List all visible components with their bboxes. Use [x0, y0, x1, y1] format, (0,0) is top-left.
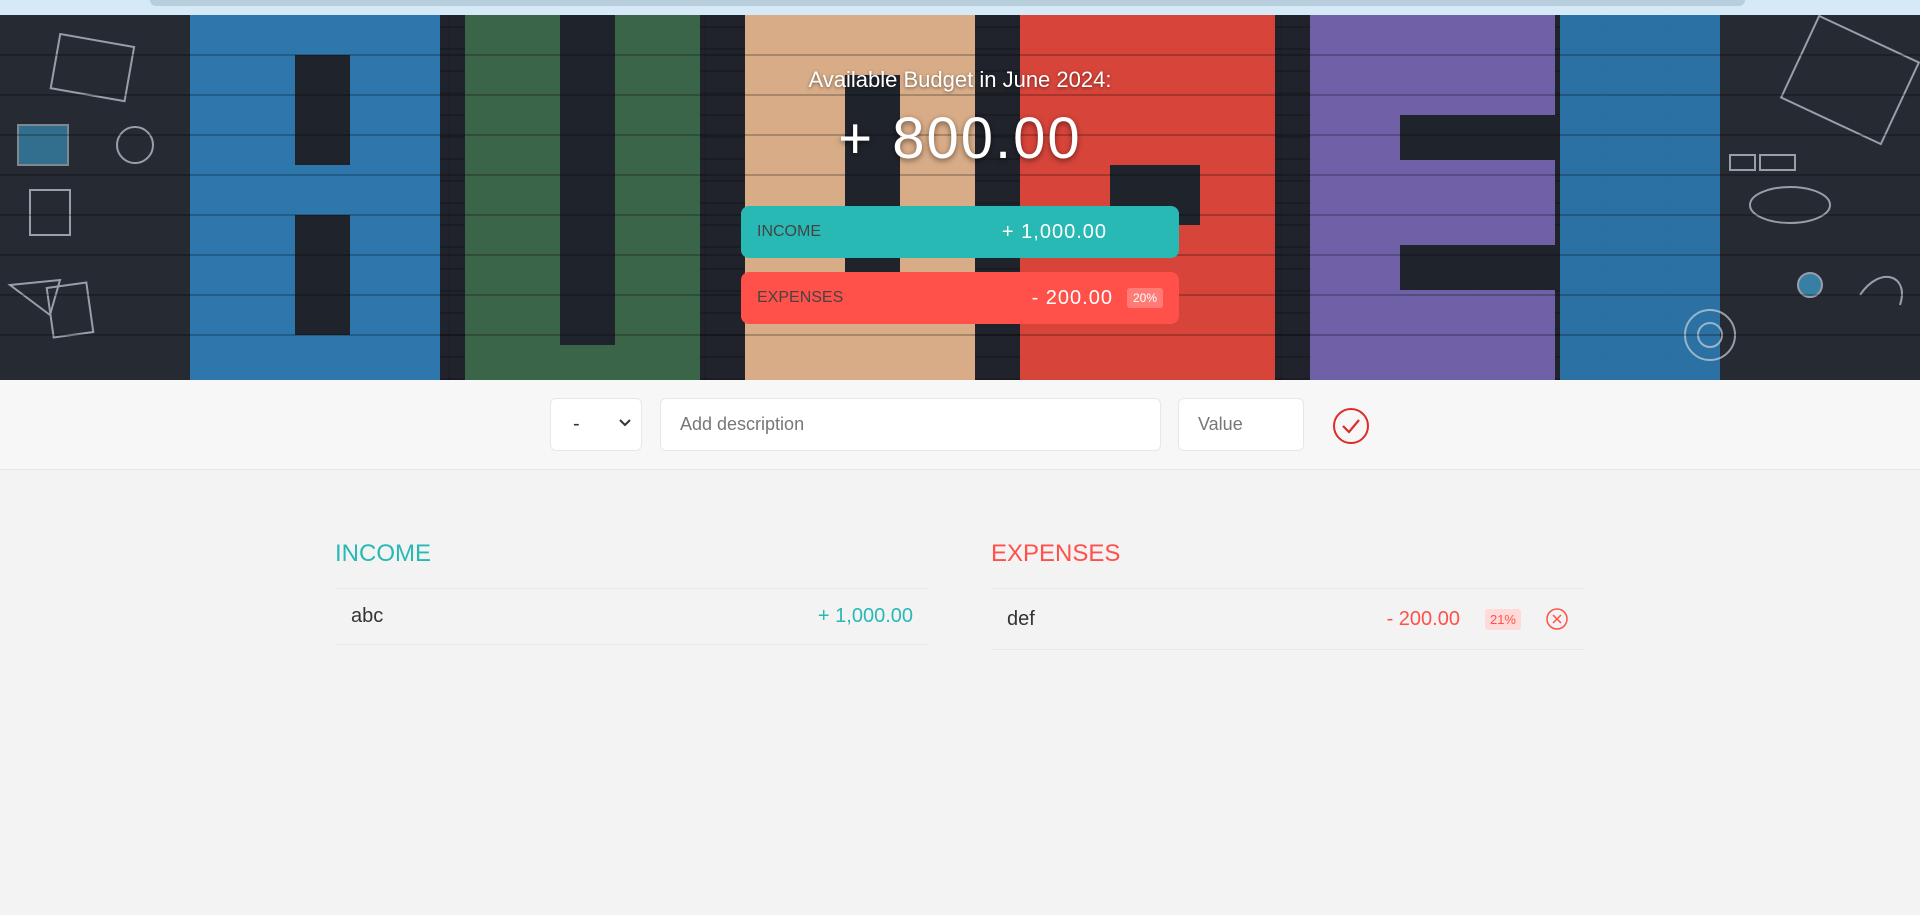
browser-top-strip — [0, 0, 1920, 15]
item-percentage-badge: 21% — [1484, 608, 1521, 630]
income-summary-label: INCOME — [757, 223, 821, 240]
expenses-list: EXPENSES def - 200.00 21% — [991, 540, 1585, 650]
expenses-list-title: EXPENSES — [991, 540, 1121, 567]
expenses-summary-value: - 200.00 — [1031, 286, 1113, 309]
delete-button[interactable] — [1545, 607, 1569, 631]
item-value: - 200.00 — [1386, 607, 1460, 630]
list-item[interactable]: def - 200.00 21% — [991, 588, 1585, 650]
checkmark-circle-icon — [1333, 408, 1369, 444]
expenses-percentage-badge: 20% — [1126, 288, 1163, 308]
close-circle-icon — [1546, 608, 1568, 630]
budget-title: Available Budget in June 2024: — [808, 67, 1112, 92]
budget-hero-banner: Available Budget in June 2024: + 800.00 … — [0, 15, 1920, 380]
expenses-summary-label: EXPENSES — [757, 289, 844, 306]
item-value: + 1,000.00 — [817, 605, 913, 627]
add-item-bar: - — [0, 380, 1920, 470]
type-select[interactable]: - — [550, 398, 642, 451]
item-description: def — [1007, 607, 1035, 630]
type-select-value: - — [573, 413, 580, 435]
list-item[interactable]: abc + 1,000.00 — [335, 588, 929, 645]
item-description: abc — [351, 605, 384, 627]
description-input[interactable] — [660, 398, 1161, 451]
income-summary: INCOME + 1,000.00 — [741, 206, 1179, 258]
value-input[interactable] — [1178, 398, 1304, 451]
add-button[interactable] — [1332, 407, 1370, 445]
income-list-title: INCOME — [335, 540, 431, 567]
available-budget-value: + 800.00 — [838, 106, 1082, 171]
expenses-summary: EXPENSES - 200.00 20% — [741, 272, 1179, 324]
income-list: INCOME abc + 1,000.00 — [335, 540, 929, 645]
top-scroll-bar — [150, 0, 1745, 6]
income-summary-value: + 1,000.00 — [1001, 220, 1107, 243]
chevron-down-icon — [619, 419, 631, 427]
